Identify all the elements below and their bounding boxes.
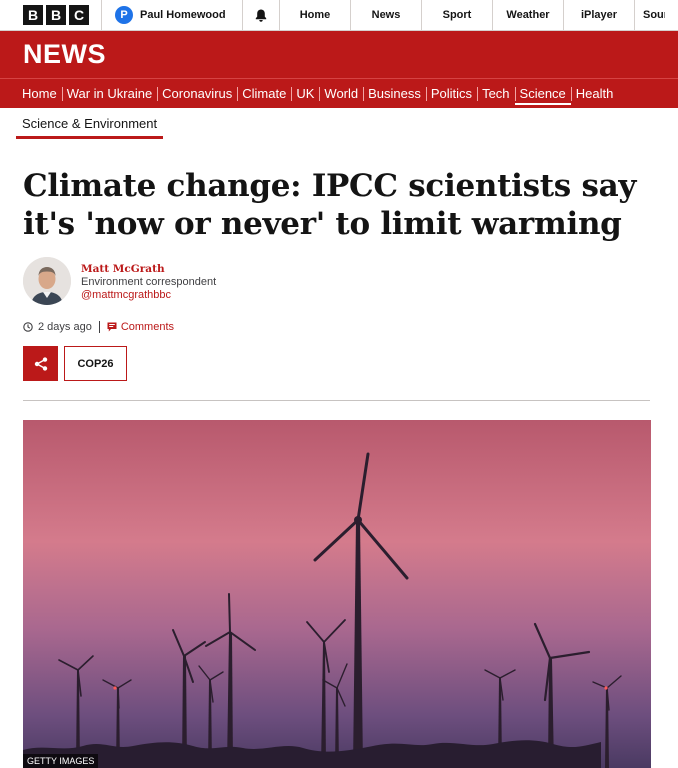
article-headline: Climate change: IPCC scientists say it's…: [23, 168, 637, 242]
clock-icon: [23, 322, 33, 332]
author-avatar: [23, 257, 71, 305]
share-icon: [34, 356, 47, 371]
news-navigation: Home War in Ukraine Coronavirus Climate …: [0, 78, 678, 108]
news-nav-home[interactable]: Home: [17, 83, 63, 105]
bbc-logo-block: C: [69, 5, 89, 25]
image-credit: GETTY IMAGES: [23, 754, 99, 768]
topic-tag[interactable]: COP26: [64, 346, 127, 381]
news-nav-politics[interactable]: Politics: [426, 83, 479, 105]
section-link[interactable]: Science & Environment: [16, 116, 164, 139]
account-link[interactable]: P Paul Homewood: [102, 0, 243, 30]
author-role: Environment correspondent: [81, 276, 217, 288]
article-meta: 2 days ago Comments: [23, 321, 174, 333]
global-nav-news[interactable]: News: [351, 0, 422, 30]
bbc-logo-block: B: [23, 5, 43, 25]
author-twitter-handle[interactable]: @mattmcgrathbbc: [81, 289, 216, 302]
global-nav-sounds[interactable]: Sour: [635, 0, 665, 30]
bbc-logo-block: B: [46, 5, 66, 25]
news-nav-war-in-ukraine[interactable]: War in Ukraine: [62, 83, 159, 105]
author-name[interactable]: Matt McGrath: [81, 263, 216, 276]
news-nav-tech[interactable]: Tech: [477, 83, 517, 105]
wind-turbines-photo: [23, 420, 651, 768]
comments-link[interactable]: Comments: [107, 321, 174, 333]
global-nav-sport[interactable]: Sport: [422, 0, 493, 30]
news-nav-business[interactable]: Business: [363, 83, 427, 105]
byline: Matt McGrath Environment correspondent @…: [23, 257, 216, 305]
news-nav-science[interactable]: Science: [514, 83, 573, 105]
global-nav-iplayer[interactable]: iPlayer: [564, 0, 635, 30]
article-timestamp: 2 days ago: [38, 321, 92, 333]
news-masthead: NEWS: [0, 31, 678, 78]
hero-image: GETTY IMAGES: [23, 420, 651, 768]
meta-divider: [98, 321, 100, 333]
notifications-button[interactable]: [243, 0, 280, 30]
speech-bubble-icon: [107, 322, 117, 332]
global-nav-weather[interactable]: Weather: [493, 0, 564, 30]
account-name: Paul Homewood: [140, 9, 226, 21]
news-nav-health[interactable]: Health: [571, 83, 619, 105]
news-nav-world[interactable]: World: [319, 83, 364, 105]
account-avatar-icon: P: [115, 6, 133, 24]
global-navigation: B B C P Paul Homewood Home News Sport We…: [0, 0, 678, 31]
global-nav-home[interactable]: Home: [280, 0, 351, 30]
divider: [23, 400, 650, 401]
bell-icon: [255, 9, 267, 22]
news-nav-uk[interactable]: UK: [291, 83, 321, 105]
bbc-logo[interactable]: B B C: [0, 0, 102, 30]
news-nav-coronavirus[interactable]: Coronavirus: [157, 83, 239, 105]
news-logo[interactable]: NEWS: [23, 39, 106, 70]
share-button[interactable]: [23, 346, 58, 381]
author-photo-icon: [23, 257, 71, 305]
news-nav-climate[interactable]: Climate: [237, 83, 293, 105]
comments-label: Comments: [120, 321, 175, 333]
